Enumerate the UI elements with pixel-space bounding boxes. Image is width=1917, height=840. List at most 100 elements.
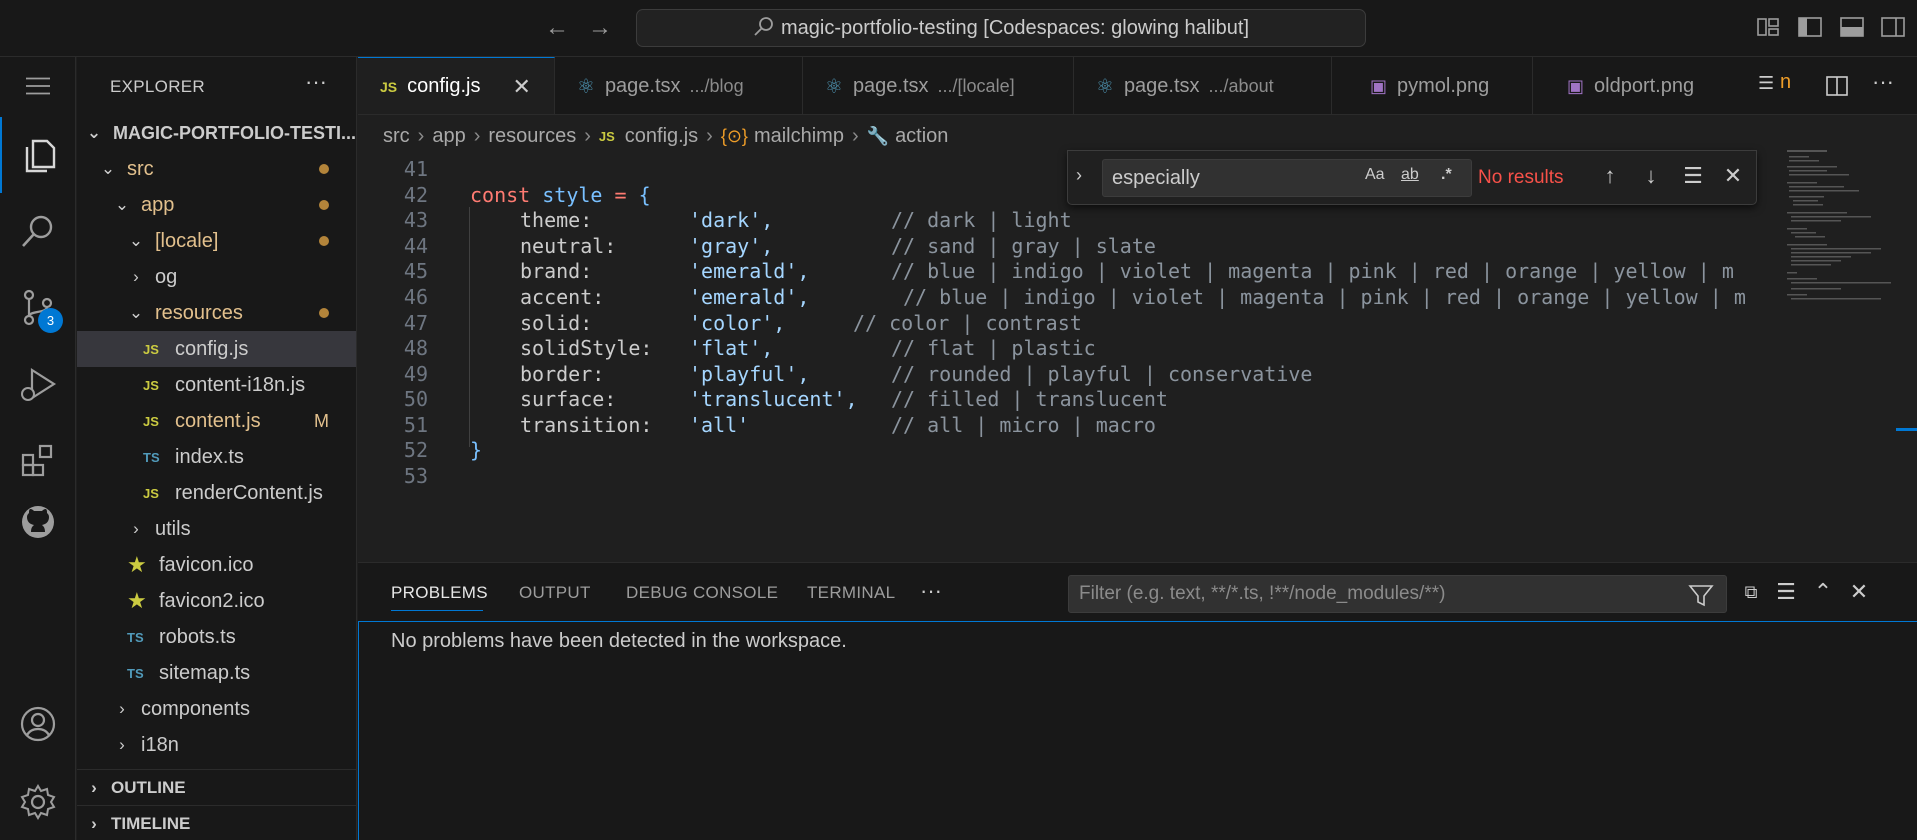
- tree-folder-utils[interactable]: › utils: [77, 511, 356, 547]
- tree-item-label: i18n: [141, 733, 179, 756]
- tree-folder-locale[interactable]: ⌄ [locale]: [77, 223, 356, 259]
- code-string: 'emerald',: [689, 285, 810, 309]
- toggle-primary-sidebar-icon[interactable]: [1797, 15, 1823, 39]
- close-icon[interactable]: ✕: [1718, 161, 1748, 191]
- account-icon[interactable]: [0, 689, 76, 759]
- tab-page-tsx-about[interactable]: ⚛ page.tsx .../about: [1074, 57, 1332, 114]
- modified-dot: [319, 200, 329, 210]
- tab-config-js[interactable]: JS config.js ✕: [358, 57, 555, 114]
- tab-page-tsx-locale[interactable]: ⚛ page.tsx .../[locale]: [803, 57, 1074, 114]
- tree-folder-src[interactable]: ⌄ src: [77, 151, 356, 187]
- run-debug-icon[interactable]: [0, 349, 76, 419]
- tab-label: oldport.png: [1594, 74, 1695, 97]
- outline-section[interactable]: › OUTLINE: [77, 769, 356, 805]
- timeline-section[interactable]: › TIMELINE: [77, 805, 356, 840]
- line-number: 48: [403, 336, 428, 360]
- code-key: neutral:: [520, 234, 617, 258]
- search-icon[interactable]: [0, 197, 76, 267]
- tree-item-label: app: [141, 193, 175, 216]
- explorer-more-icon[interactable]: ···: [305, 69, 327, 95]
- code-key: brand:: [520, 259, 593, 283]
- tree-file-content-js[interactable]: JS content.js M: [77, 403, 356, 439]
- workspace-root[interactable]: ⌄ MAGIC-PORTFOLIO-TESTI...: [77, 115, 356, 151]
- tree-file-favicon2[interactable]: ★ favicon2.ico: [77, 583, 356, 619]
- explorer-title: EXPLORER: [110, 77, 205, 96]
- arrow-up-icon[interactable]: ↑: [1595, 161, 1625, 191]
- tree-folder-resources[interactable]: ⌄ resources: [77, 295, 356, 331]
- find-status: No results: [1478, 167, 1564, 188]
- tab-problems[interactable]: PROBLEMS: [391, 583, 488, 603]
- breadcrumb-config-js[interactable]: config.js: [625, 125, 698, 148]
- extensions-icon[interactable]: [0, 425, 76, 495]
- bottom-panel: PROBLEMS OUTPUT DEBUG CONSOLE TERMINAL ·…: [358, 562, 1917, 840]
- tab-debug-console[interactable]: DEBUG CONSOLE: [626, 583, 778, 603]
- menu-icon[interactable]: [0, 58, 76, 114]
- tree-folder-og[interactable]: › og: [77, 259, 356, 295]
- tree-file-robots-ts[interactable]: TS robots.ts: [77, 619, 356, 655]
- tab-output[interactable]: OUTPUT: [519, 583, 591, 603]
- breadcrumb-src[interactable]: src: [383, 125, 410, 148]
- filter-icon[interactable]: [1688, 583, 1714, 609]
- toggle-panel-icon[interactable]: [1839, 15, 1865, 39]
- arrow-down-icon[interactable]: ↓: [1636, 161, 1666, 191]
- explorer-files-icon[interactable]: [0, 117, 76, 193]
- star-file-icon: ★: [127, 552, 147, 577]
- minimap[interactable]: [1785, 148, 1900, 313]
- tab-terminal[interactable]: TERMINAL: [807, 583, 895, 603]
- chevron-down-icon: ⌄: [128, 231, 144, 250]
- match-case-toggle[interactable]: Aa: [1365, 166, 1385, 184]
- tree-file-favicon[interactable]: ★ favicon.ico: [77, 547, 356, 583]
- breadcrumb-mailchimp[interactable]: mailchimp: [754, 125, 844, 148]
- tab-oldport-png[interactable]: ▣ oldport.png: [1533, 57, 1752, 114]
- command-center[interactable]: magic-portfolio-testing [Codespaces: glo…: [636, 9, 1366, 47]
- toggle-secondary-sidebar-icon[interactable]: [1880, 15, 1906, 39]
- problems-filter-input[interactable]: Filter (e.g. text, **/*.ts, !**/node_mod…: [1068, 575, 1727, 613]
- code-key: theme:: [520, 208, 593, 232]
- github-icon[interactable]: [0, 487, 76, 557]
- gear-icon[interactable]: [0, 767, 76, 837]
- chevron-up-icon[interactable]: ⌃: [1808, 577, 1838, 607]
- view-as-tree-icon[interactable]: ☰: [1771, 577, 1801, 607]
- modified-dot: [319, 164, 329, 174]
- close-icon[interactable]: ✕: [1844, 577, 1874, 607]
- workspace-root-label: MAGIC-PORTFOLIO-TESTI...: [113, 122, 356, 143]
- tree-folder-i18n[interactable]: › i18n: [77, 727, 356, 763]
- breadcrumb-resources[interactable]: resources: [488, 125, 576, 148]
- close-icon[interactable]: ✕: [513, 74, 531, 100]
- tree-file-sitemap-ts[interactable]: TS sitemap.ts: [77, 655, 356, 691]
- code-editor[interactable]: 41 42 const style = { 43 theme: 'dark', …: [358, 155, 1917, 562]
- line-number: 52: [403, 438, 428, 462]
- chevron-right-icon[interactable]: ›: [1076, 165, 1082, 186]
- scrollbar-position-marker[interactable]: [1896, 428, 1917, 431]
- match-whole-word-toggle[interactable]: ab: [1401, 166, 1419, 184]
- tree-folder-app[interactable]: ⌄ app: [77, 187, 356, 223]
- tree-file-content-i18n-js[interactable]: JS content-i18n.js: [77, 367, 356, 403]
- tree-folder-components[interactable]: › components: [77, 691, 356, 727]
- more-icon[interactable]: ···: [920, 578, 942, 604]
- star-file-icon: ★: [127, 588, 147, 613]
- tab-pymol-png[interactable]: ▣ pymol.png: [1332, 57, 1533, 114]
- collapse-all-icon[interactable]: ⧉: [1736, 577, 1766, 607]
- code-key: surface:: [520, 387, 617, 411]
- command-center-text: magic-portfolio-testing [Codespaces: glo…: [780, 17, 1250, 39]
- overflow-tab-label[interactable]: n: [1780, 71, 1791, 94]
- source-control-icon[interactable]: 3: [0, 272, 76, 342]
- split-editor-icon[interactable]: [1825, 75, 1849, 97]
- tree-file-rendercontent-js[interactable]: JS renderContent.js: [77, 475, 356, 511]
- breadcrumb-action[interactable]: action: [895, 125, 948, 148]
- more-actions-icon[interactable]: ···: [1872, 69, 1894, 95]
- indent-guide: [469, 207, 470, 447]
- breadcrumb-app[interactable]: app: [432, 125, 465, 148]
- regex-toggle[interactable]: .*: [1441, 166, 1452, 184]
- forward-arrow-icon[interactable]: →: [586, 14, 614, 42]
- tree-file-index-ts[interactable]: TS index.ts: [77, 439, 356, 475]
- preview-icon[interactable]: ☰: [1758, 73, 1774, 94]
- tab-page-tsx-blog[interactable]: ⚛ page.tsx .../blog: [555, 57, 803, 114]
- find-in-selection-icon[interactable]: ☰: [1678, 161, 1708, 191]
- customize-layout-icon[interactable]: [1755, 15, 1781, 39]
- tree-file-config-js[interactable]: JS config.js: [77, 331, 356, 367]
- code-line: const style = {: [470, 183, 651, 207]
- back-arrow-icon[interactable]: ←: [543, 14, 571, 42]
- chevron-right-icon: ›: [417, 124, 425, 147]
- line-number: 41: [403, 157, 428, 181]
